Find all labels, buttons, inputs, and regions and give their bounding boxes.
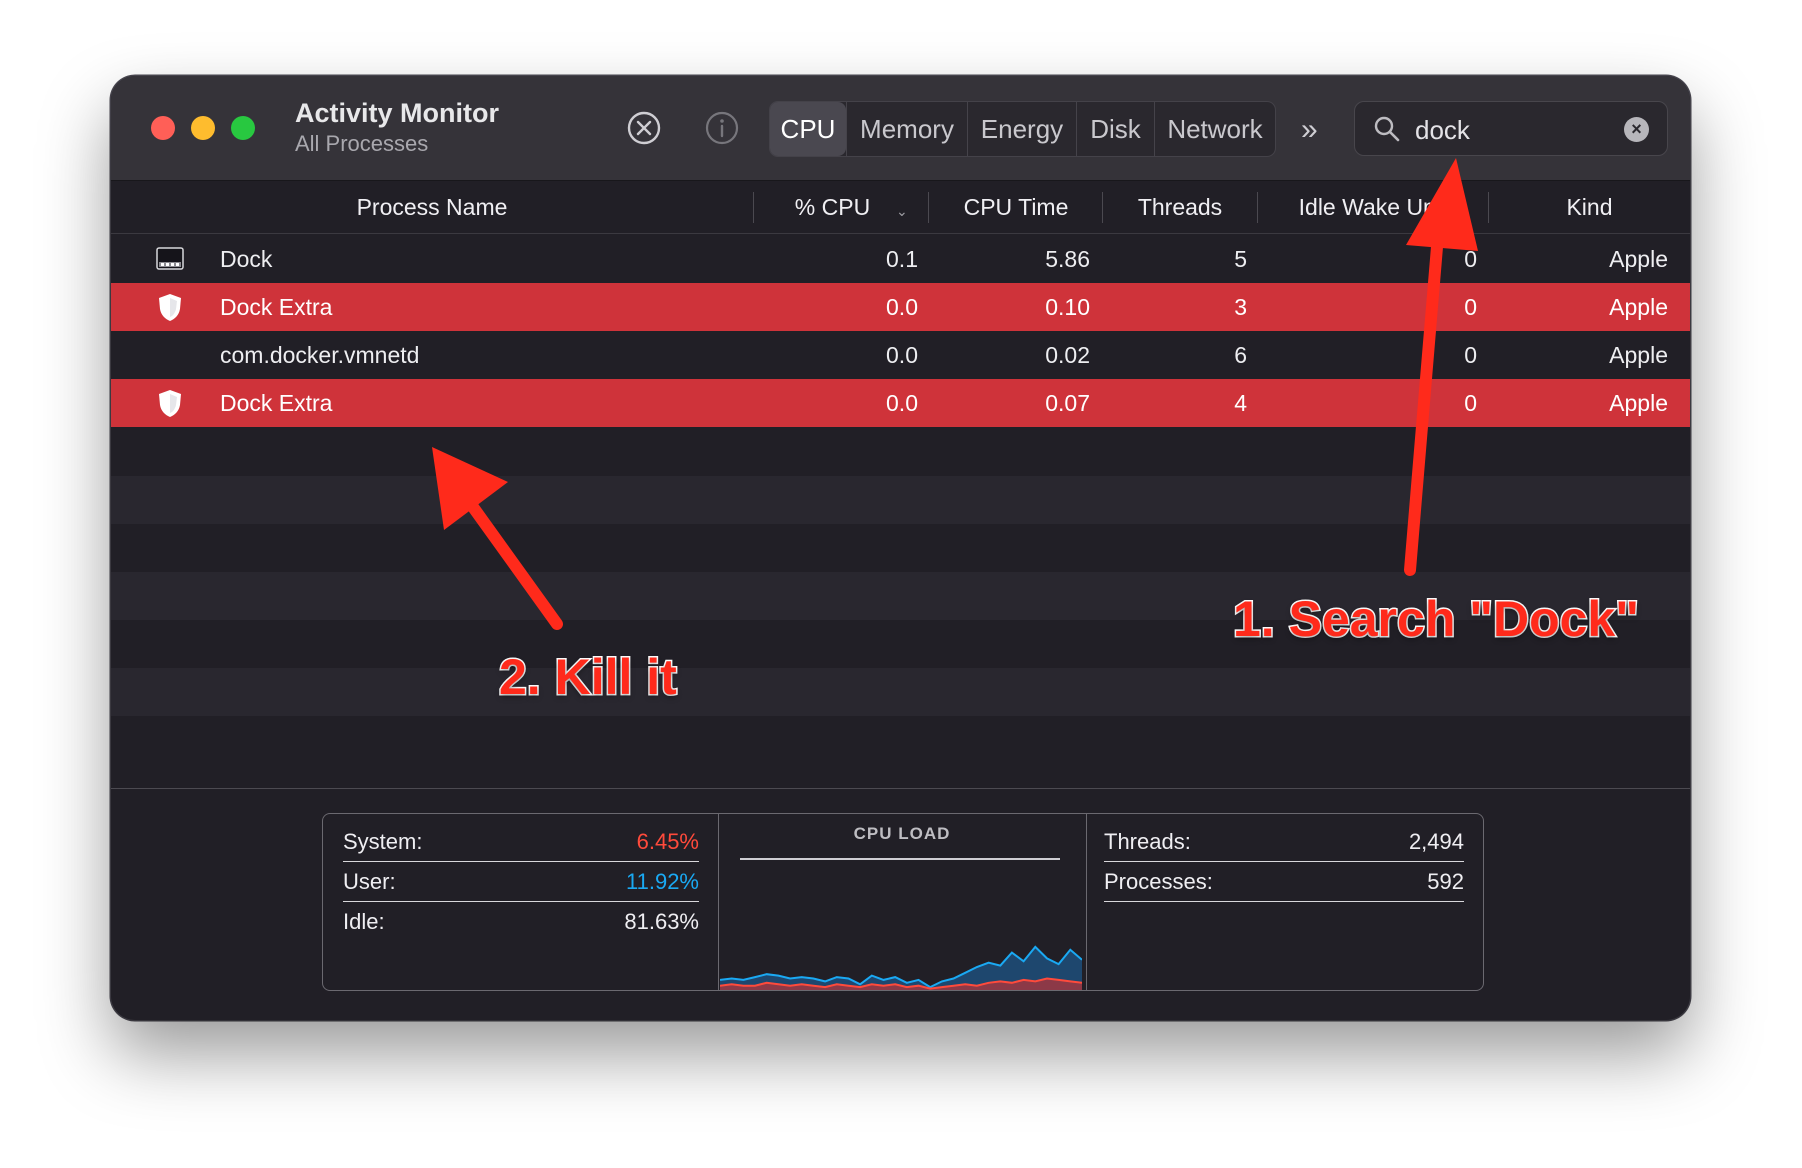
cpu-percent-value: 0.1 — [886, 246, 918, 272]
column-cpu-percent[interactable]: % CPU — [754, 181, 911, 233]
processes-total: 592 — [1427, 869, 1464, 894]
shield-icon — [159, 390, 181, 417]
processes-stat-row: Processes: 592 — [1104, 861, 1464, 902]
idle-stat-row: Idle: 81.63% — [343, 901, 699, 941]
cpu-time-value: 0.07 — [1045, 390, 1090, 416]
system-value: 6.45% — [636, 829, 699, 854]
kind-value: Apple — [1609, 246, 1668, 272]
idle-wake-ups-value: 0 — [1464, 390, 1477, 416]
process-name: Dock Extra — [220, 294, 333, 320]
annotation-step-2: 2. Kill it — [498, 648, 679, 707]
empty-row — [111, 668, 1690, 716]
tab-network[interactable]: Network — [1154, 102, 1275, 156]
cpu-summary-panel: System: 6.45% User: 11.92% Idle: 81.63% … — [322, 813, 1484, 991]
sort-descending-icon: ⌄ — [896, 203, 908, 219]
threads-value: 6 — [1234, 342, 1247, 368]
process-row[interactable]: com.docker.vmnetd 0.0 0.02 6 0 Apple — [111, 331, 1690, 379]
column-process-name[interactable]: Process Name — [111, 181, 753, 233]
cpu-percent-value: 0.0 — [886, 294, 918, 320]
search-icon — [1374, 116, 1400, 142]
tab-memory[interactable]: Memory — [846, 102, 967, 156]
cpu-time-value: 0.02 — [1045, 342, 1090, 368]
threads-label: Threads: — [1104, 829, 1191, 854]
minimize-window-button[interactable] — [191, 116, 215, 140]
process-name: Dock Extra — [220, 390, 333, 416]
threads-value: 4 — [1234, 390, 1247, 416]
system-label: System: — [343, 829, 423, 854]
view-subtitle[interactable]: All Processes — [295, 131, 428, 157]
cpu-percent-value: 0.0 — [886, 390, 918, 416]
stop-process-icon[interactable] — [625, 109, 663, 147]
footer-divider — [111, 788, 1690, 789]
cpu-usage-stats: System: 6.45% User: 11.92% Idle: 81.63% — [323, 814, 719, 990]
cpu-time-value: 5.86 — [1045, 246, 1090, 272]
info-icon[interactable] — [703, 109, 741, 147]
toolbar-overflow-icon[interactable]: » — [1301, 113, 1318, 147]
process-row[interactable]: Dock 0.1 5.86 5 0 Apple — [111, 235, 1690, 283]
activity-monitor-window: Activity Monitor All Processes CPU Memor… — [111, 76, 1690, 1020]
idle-value: 81.63% — [624, 909, 699, 934]
process-table-header: Process Name % CPU ⌄ CPU Time Threads Id… — [111, 181, 1690, 234]
thread-process-stats: Threads: 2,494 Processes: 592 — [1086, 814, 1482, 990]
threads-stat-row: Threads: 2,494 — [1104, 821, 1464, 862]
column-idle-wake-ups[interactable]: Idle Wake Ups — [1258, 181, 1488, 233]
column-threads[interactable]: Threads — [1103, 181, 1257, 233]
cpu-load-graph — [720, 945, 1082, 990]
close-window-button[interactable] — [151, 116, 175, 140]
title-bar: Activity Monitor All Processes CPU Memor… — [111, 76, 1690, 181]
system-stat-row: System: 6.45% — [343, 821, 699, 862]
process-row-selected[interactable]: Dock Extra 0.0 0.10 3 0 Apple — [111, 283, 1690, 331]
user-stat-row: User: 11.92% — [343, 861, 699, 902]
shield-icon — [159, 294, 181, 321]
threads-value: 5 — [1234, 246, 1247, 272]
cpu-load-rule — [740, 858, 1060, 860]
search-field[interactable]: dock × — [1354, 101, 1668, 156]
kind-value: Apple — [1609, 342, 1668, 368]
search-input[interactable]: dock — [1415, 115, 1470, 146]
tab-energy[interactable]: Energy — [967, 102, 1076, 156]
annotation-step-1: 1. Search "Dock" — [1232, 590, 1641, 649]
column-cpu-time[interactable]: CPU Time — [929, 181, 1103, 233]
zoom-window-button[interactable] — [231, 116, 255, 140]
process-row-selected[interactable]: Dock Extra 0.0 0.07 4 0 Apple — [111, 379, 1690, 427]
user-label: User: — [343, 869, 396, 894]
kind-value: Apple — [1609, 390, 1668, 416]
cpu-time-value: 0.10 — [1045, 294, 1090, 320]
threads-total: 2,494 — [1408, 829, 1464, 854]
user-value: 11.92% — [626, 869, 699, 894]
column-kind[interactable]: Kind — [1489, 181, 1690, 233]
process-name: com.docker.vmnetd — [220, 342, 420, 368]
cpu-load-section: CPU LOAD — [718, 814, 1087, 990]
process-name: Dock — [220, 246, 273, 272]
app-title: Activity Monitor — [295, 98, 500, 128]
dock-app-icon — [156, 247, 184, 270]
view-tab-bar: CPU Memory Energy Disk Network — [769, 101, 1276, 157]
tab-disk[interactable]: Disk — [1076, 102, 1154, 156]
cpu-percent-value: 0.0 — [886, 342, 918, 368]
processes-label: Processes: — [1104, 869, 1213, 894]
idle-label: Idle: — [343, 909, 385, 934]
clear-search-icon[interactable]: × — [1624, 117, 1649, 142]
process-table-body: Dock 0.1 5.86 5 0 Apple Dock Extra 0.0 0… — [111, 235, 1690, 764]
empty-row — [111, 476, 1690, 524]
cpu-load-title: CPU LOAD — [853, 824, 951, 843]
tab-cpu[interactable]: CPU — [770, 102, 846, 156]
idle-wake-ups-value: 0 — [1464, 342, 1477, 368]
kind-value: Apple — [1609, 294, 1668, 320]
idle-wake-ups-value: 0 — [1464, 294, 1477, 320]
idle-wake-ups-value: 0 — [1464, 246, 1477, 272]
threads-value: 3 — [1234, 294, 1247, 320]
